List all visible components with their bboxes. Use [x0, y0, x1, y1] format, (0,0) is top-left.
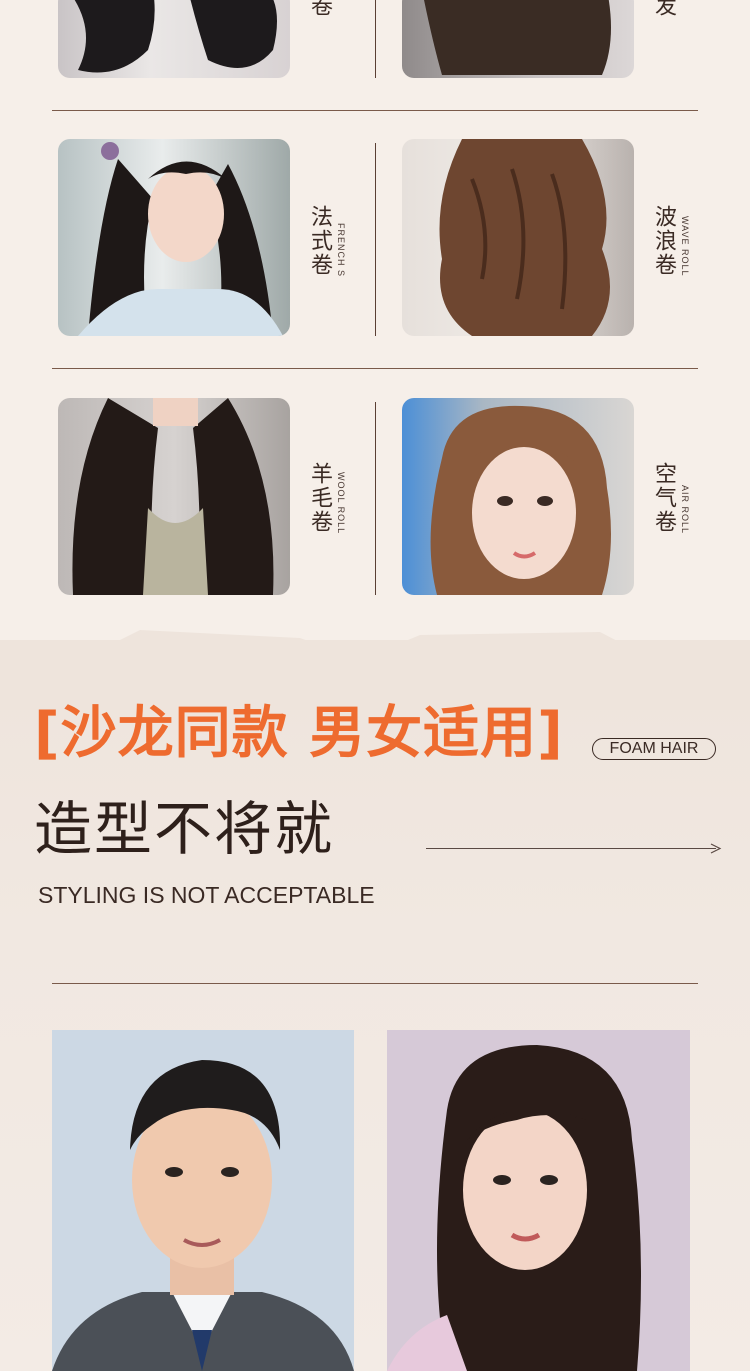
column-divider	[375, 0, 376, 78]
row-divider	[52, 110, 698, 111]
partial-label-right-cn: 发	[651, 0, 676, 18]
male-model-illustration	[52, 1060, 354, 1371]
hairstyle-name-cn: 羊毛卷	[307, 462, 332, 534]
hairstyle-label-french: 法式卷 FRENCH S	[307, 205, 346, 281]
hair-illustration	[424, 0, 611, 75]
column-divider	[375, 402, 376, 595]
promo-tagline: STYLING IS NOT ACCEPTABLE	[38, 882, 375, 908]
hairstyle-label-air: 空气卷 AIR ROLL	[651, 462, 690, 538]
hair-illustration	[74, 0, 277, 73]
hairstyle-name-en: WAVE ROLL	[680, 216, 690, 277]
section-edge-decoration	[0, 630, 750, 710]
hairstyle-label-wool: 羊毛卷 WOOL ROLL	[307, 462, 346, 538]
row-divider	[52, 368, 698, 369]
partial-label-left-cn: 卷	[307, 0, 332, 18]
hairstyle-photo-french	[58, 139, 290, 336]
hairstyle-name-en: FRENCH S	[336, 222, 346, 277]
french-curl-illustration	[78, 142, 283, 336]
hairstyle-name-en: WOOL ROLL	[336, 471, 346, 534]
foam-hair-badge: FOAM HAIR	[592, 738, 716, 760]
partial-label-right: 发	[651, 0, 676, 22]
hairstyle-label-wave: 波浪卷 WAVE ROLL	[651, 205, 690, 281]
arrow-right-icon	[710, 843, 722, 854]
promo-headline: [沙龙同款 男女适用]	[34, 701, 564, 766]
section-divider	[52, 983, 698, 984]
column-divider	[375, 143, 376, 336]
hairstyle-photo-partial-left	[58, 0, 290, 78]
hairstyle-name-en: AIR ROLL	[680, 484, 690, 534]
hairstyle-name-cn: 空气卷	[651, 462, 676, 534]
female-model-photo	[387, 1030, 690, 1371]
hairstyle-photo-wool	[58, 398, 290, 595]
hairstyle-photo-wave	[402, 139, 634, 336]
partial-label-left: 卷	[307, 0, 332, 22]
hairstyle-photo-air	[402, 398, 634, 595]
wool-curl-illustration	[72, 398, 274, 595]
male-model-photo	[52, 1030, 354, 1371]
air-curl-illustration	[430, 405, 611, 595]
promo-subtitle: 造型不将就	[34, 795, 335, 863]
hairstyle-name-cn: 波浪卷	[651, 205, 676, 277]
wave-curl-illustration	[439, 139, 610, 336]
hairstyle-name-cn: 法式卷	[307, 205, 332, 277]
arrow-line	[426, 848, 716, 849]
female-model-illustration	[387, 1045, 641, 1371]
hairstyle-photo-partial-right	[402, 0, 634, 78]
